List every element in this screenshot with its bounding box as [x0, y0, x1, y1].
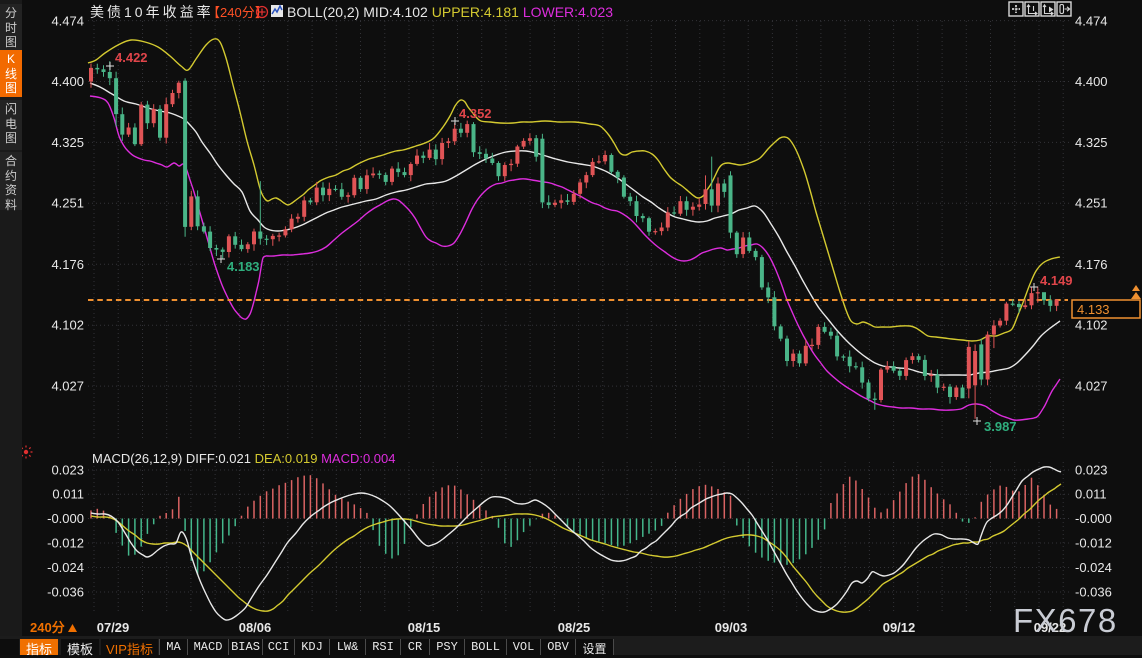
svg-text:4.183: 4.183 [227, 259, 260, 274]
svg-text:4.474: 4.474 [1075, 14, 1108, 29]
svg-text:4.176: 4.176 [1075, 257, 1108, 272]
svg-text:4.325: 4.325 [51, 135, 84, 150]
svg-text:08/25: 08/25 [558, 620, 591, 635]
svg-text:09/03: 09/03 [715, 620, 748, 635]
svg-text:-0.036: -0.036 [1075, 585, 1112, 600]
svg-text:4.102: 4.102 [51, 317, 84, 332]
svg-text:0.023: 0.023 [51, 463, 84, 478]
svg-text:4.352: 4.352 [459, 106, 492, 121]
svg-text:4.474: 4.474 [51, 14, 84, 29]
svg-text:-0.024: -0.024 [47, 560, 84, 575]
svg-text:4.027: 4.027 [51, 379, 84, 394]
svg-text:4.149: 4.149 [1040, 273, 1073, 288]
svg-text:美债10年收益率: 美债10年收益率 [90, 4, 214, 20]
svg-text:0.023: 0.023 [1075, 463, 1108, 478]
svg-text:4.325: 4.325 [1075, 135, 1108, 150]
svg-text:4.400: 4.400 [51, 74, 84, 89]
svg-text:-0.012: -0.012 [47, 536, 84, 551]
svg-text:0.011: 0.011 [1075, 487, 1107, 502]
svg-text:-0.000: -0.000 [1075, 511, 1112, 526]
svg-text:08/15: 08/15 [408, 620, 441, 635]
svg-text:4.251: 4.251 [51, 196, 84, 211]
svg-text:4.422: 4.422 [115, 50, 148, 65]
svg-text:4.176: 4.176 [51, 257, 84, 272]
svg-text:0.011: 0.011 [52, 487, 84, 502]
svg-text:4.027: 4.027 [1075, 379, 1108, 394]
svg-text:08/06: 08/06 [239, 620, 272, 635]
svg-text:4.251: 4.251 [1075, 196, 1108, 211]
svg-text:BOLL(20,2) MID:4.102 UPPER:4.: BOLL(20,2) MID:4.102 UPPER:4.181 LOWER:4… [287, 4, 613, 20]
svg-text:MACD(26,12,9) DIFF:0.021 DEA:: MACD(26,12,9) DIFF:0.021 DEA:0.019 MACD:… [92, 451, 395, 466]
svg-text:240分: 240分 [30, 620, 65, 635]
svg-text:4.102: 4.102 [1075, 317, 1108, 332]
svg-text:4.400: 4.400 [1075, 74, 1108, 89]
svg-text:-0.000: -0.000 [47, 511, 84, 526]
svg-text:-0.024: -0.024 [1075, 560, 1112, 575]
svg-text:3.987: 3.987 [984, 419, 1017, 434]
svg-text:-0.012: -0.012 [1075, 536, 1112, 551]
svg-text:09/12: 09/12 [883, 620, 916, 635]
svg-text:07/29: 07/29 [97, 620, 130, 635]
svg-text:4.133: 4.133 [1077, 302, 1110, 317]
svg-text:-0.036: -0.036 [47, 585, 84, 600]
svg-text:FX678: FX678 [1013, 602, 1118, 639]
